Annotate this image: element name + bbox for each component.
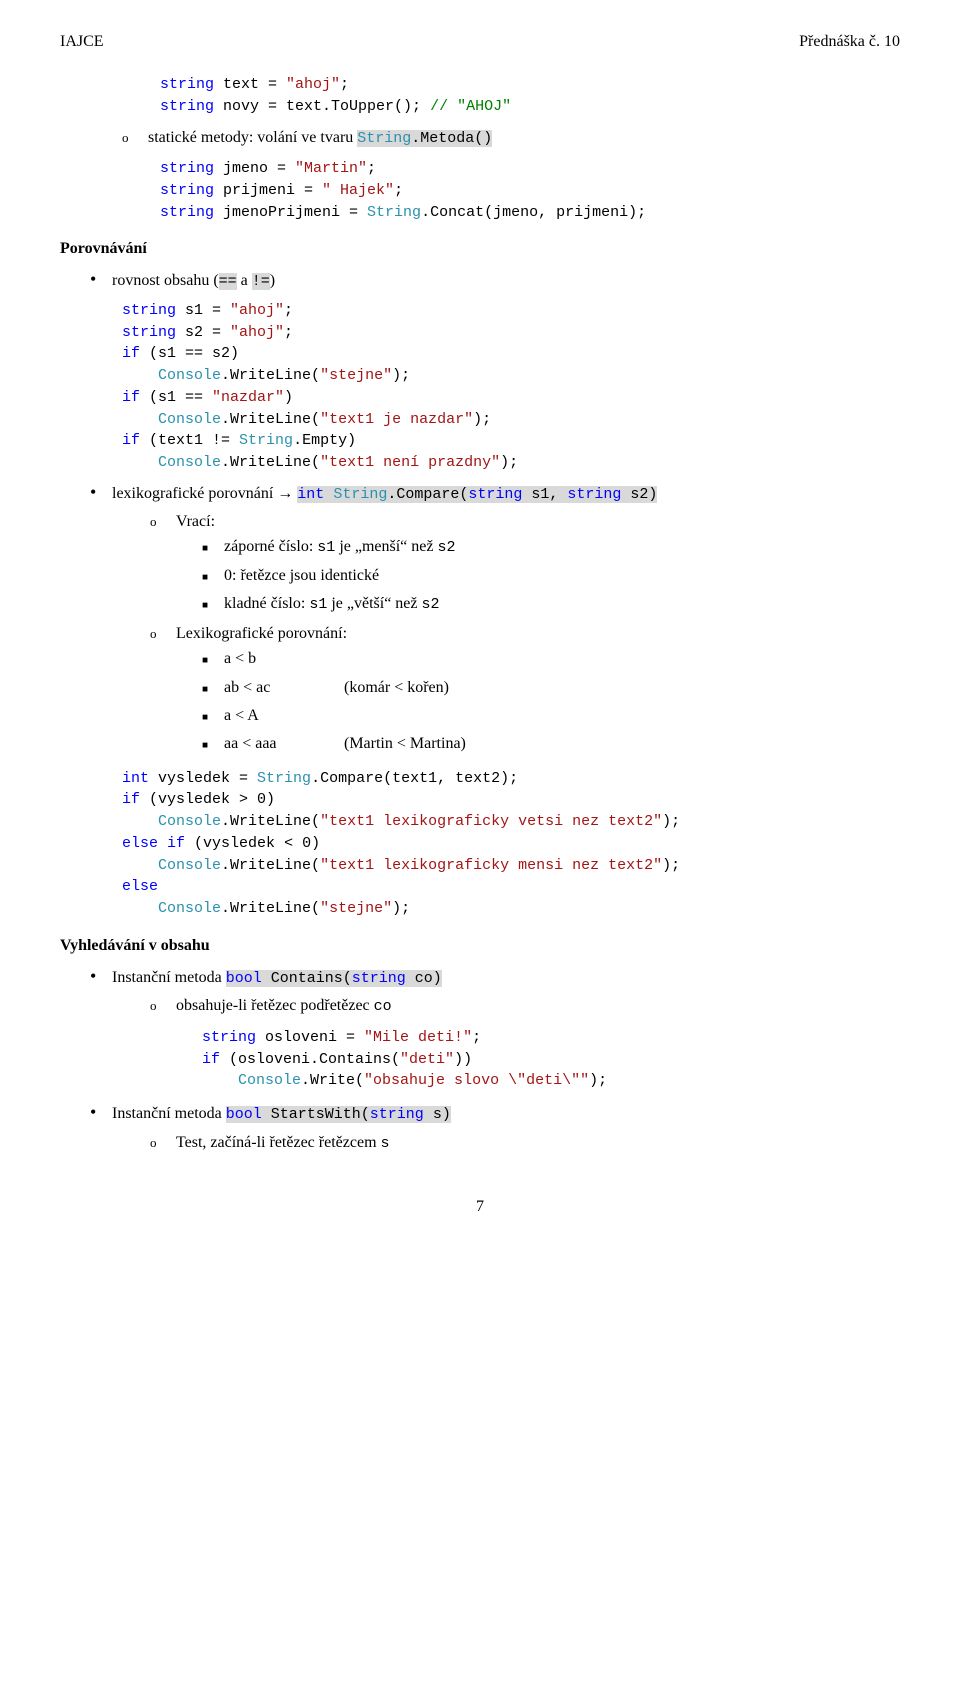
circle-bullet: o (150, 996, 176, 1016)
square-bullet: ■ (202, 710, 224, 727)
bullet-startswith: • Instanční metoda bool StartsWith(strin… (90, 1102, 900, 1127)
code-block-3: string s1 = "ahoj"; string s2 = "ahoj"; … (122, 300, 900, 474)
bullet-lex-text: lexikografické porovnání → int String.Co… (112, 482, 657, 507)
bullet-contains-text: Instanční metoda bool Contains(string co… (112, 966, 442, 991)
square-bullet: ■ (202, 541, 224, 558)
bullet-rovnost-text: rovnost obsahu (== a !=) (112, 269, 275, 294)
subitem-static: o statické metody: volání ve tvaru Strin… (122, 126, 900, 151)
square-bullet: ■ (202, 570, 224, 587)
header-left: IAJCE (60, 30, 104, 54)
circle-bullet: o (122, 128, 148, 148)
section-porovnavani-title: Porovnávání (60, 237, 900, 261)
code-block-5: string osloveni = "Mile deti!"; if (oslo… (202, 1027, 900, 1092)
page-header: IAJCE Přednáška č. 10 (60, 30, 900, 54)
subitem-obsahuje: o obsahuje-li řetězec podřetězec co (150, 994, 900, 1019)
square-bullet: ■ (202, 682, 224, 699)
lex-compare-list: ■a < b ■ab < ac(komár < kořen) ■a < A ■a… (202, 646, 900, 758)
section-vyhledavani-title: Vyhledávání v obsahu (60, 934, 900, 958)
bullet-rovnost: • rovnost obsahu (== a !=) (90, 269, 900, 294)
square-bullet: ■ (202, 738, 224, 755)
subitem-vraci: o Vrací: (150, 510, 900, 534)
code-block-4: int vysledek = String.Compare(text1, tex… (122, 768, 900, 920)
bullet-dot: • (90, 270, 112, 288)
circle-bullet: o (150, 1133, 176, 1153)
square-bullet: ■ (202, 653, 224, 670)
page-number: 7 (60, 1195, 900, 1219)
subitem-static-text: statické metody: volání ve tvaru String.… (148, 126, 492, 151)
circle-bullet: o (150, 624, 176, 644)
square-bullet: ■ (202, 598, 224, 615)
circle-bullet: o (150, 512, 176, 532)
code-block-1: string text = "ahoj"; string novy = text… (160, 74, 900, 118)
code-block-2: string jmeno = "Martin"; string prijmeni… (160, 158, 900, 223)
header-right: Přednáška č. 10 (799, 30, 900, 54)
bullet-dot: • (90, 967, 112, 985)
lex-returns-list: ■záporné číslo: s1 je „menší“ než s2 ■0:… (202, 534, 900, 618)
bullet-lexikografie: • lexikografické porovnání → int String.… (90, 482, 900, 507)
bullet-contains: • Instanční metoda bool Contains(string … (90, 966, 900, 991)
bullet-dot: • (90, 1103, 112, 1121)
subitem-lexporovnani: o Lexikografické porovnání: (150, 622, 900, 646)
subitem-test: o Test, začíná-li řetězec řetězcem s (150, 1131, 900, 1156)
bullet-dot: • (90, 483, 112, 501)
bullet-startswith-text: Instanční metoda bool StartsWith(string … (112, 1102, 451, 1127)
